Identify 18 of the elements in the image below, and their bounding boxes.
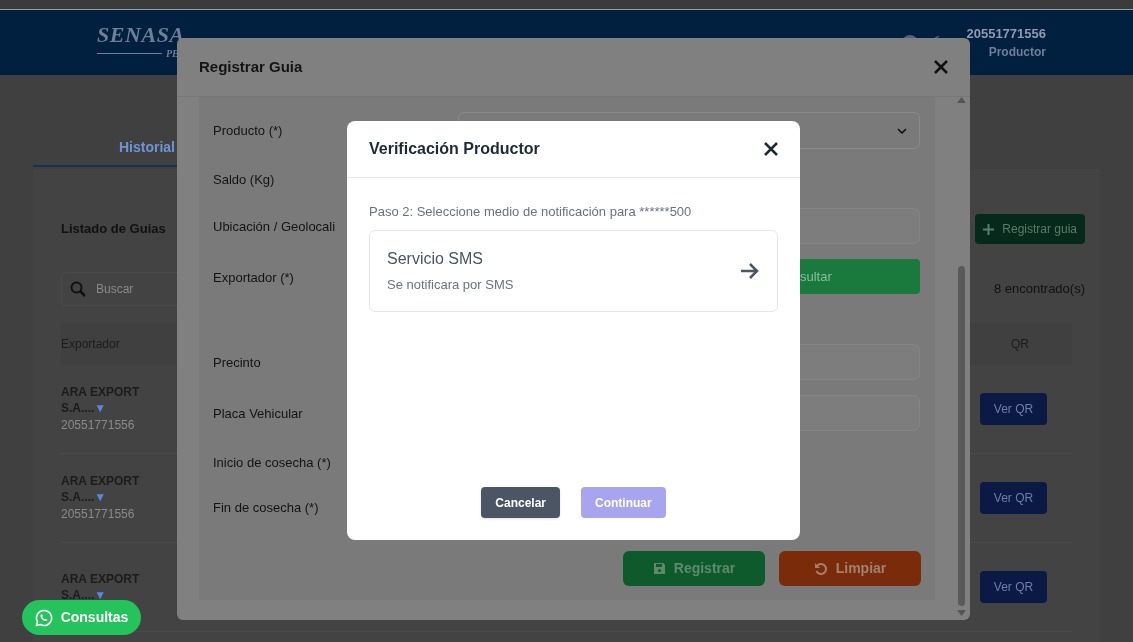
field-label: Ubicación / Geolocali [213,217,336,236]
field-label: Precinto [213,353,261,372]
field-label: Exportador (*) [213,268,294,287]
option-description: Se notificara por SMS [387,275,514,294]
dialog-title: Verificación Productor [369,139,540,159]
field-label: Fin de cosecha (*) [213,498,319,517]
field-label: Inicio de cosecha (*) [213,453,331,472]
field-label: Producto (*) [213,121,283,140]
user-role: Productor [988,44,1046,62]
logo-text: SENASA [97,24,185,46]
field-label: Saldo (Kg) [213,170,275,189]
field-label: Placa Vehicular [213,404,303,423]
step-instruction: Paso 2: Seleccione medio de notificación para ******500 [369,203,693,221]
exporter-ruc: 20551771556 [61,506,136,523]
user-id: 20551771556 [966,24,1046,43]
exporter-ruc: 20551771556 [61,417,136,434]
modal-title: Registrar Guia [199,56,303,77]
option-title: Servicio SMS [387,248,485,269]
